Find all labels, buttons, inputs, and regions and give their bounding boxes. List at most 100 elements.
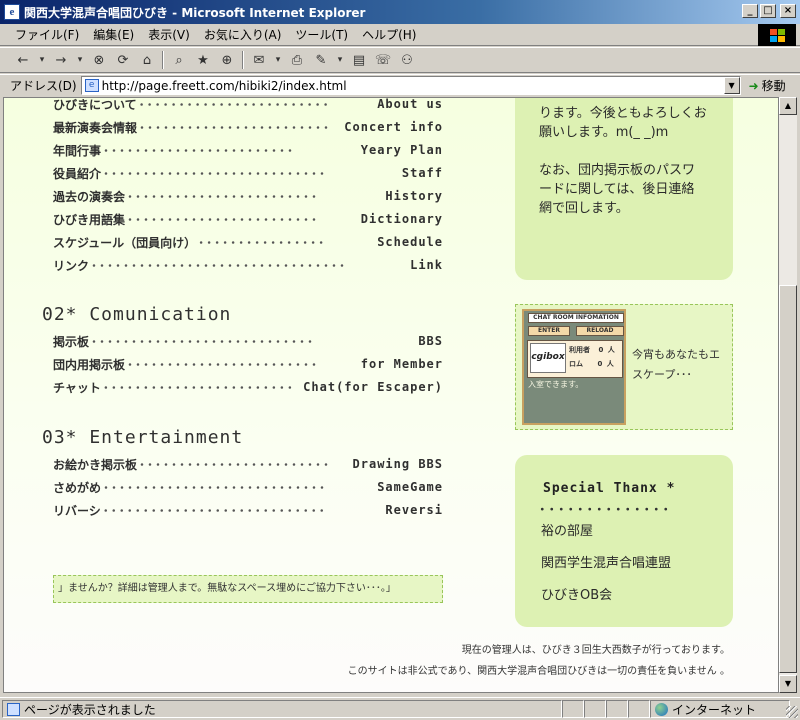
nav-item-schedule[interactable]: スケジュール（団員向け） ････････････････ Schedule [53, 232, 443, 252]
title-bar: e 関西大学混声合唱団ひびき - Microsoft Internet Expl… [0, 0, 800, 24]
internet-zone-icon [655, 702, 668, 716]
back-icon[interactable]: ← [14, 51, 32, 69]
footer-admin-note: 現在の管理人は、ひびき３回生大西数子が行っております。 [461, 645, 730, 656]
notice-line: ードに関しては、後日連絡 [539, 182, 695, 197]
menu-view[interactable]: 表示(V) [141, 26, 197, 43]
toolbar-separator [242, 51, 244, 69]
chat-enter-button[interactable]: ENTER [528, 326, 570, 336]
stop-icon[interactable]: ⊗ [90, 51, 108, 69]
thanks-link-ob[interactable]: ひびきOB会 [541, 586, 612, 605]
nav-item-staff[interactable]: 役員紹介 ････････････････････････････ Staff [53, 163, 443, 183]
nav-item-concert[interactable]: 最新演奏会情報 ････････････････････････ Concert… [53, 117, 443, 137]
chat-title: CHAT ROOM INFOMATION [528, 313, 624, 323]
nav-item-bbs[interactable]: 掲示板 ････････････････････････････ BBS [53, 331, 443, 351]
scroll-thumb[interactable] [779, 285, 797, 673]
nav-item-link[interactable]: リンク ････････････････････････････････ Lin… [53, 255, 443, 275]
nav-item-yearly-plan[interactable]: 年間行事 ････････････････････････ Yeary Plan [53, 140, 443, 160]
research-icon[interactable]: ⚇ [398, 51, 416, 69]
edit-dropdown-icon[interactable]: ▾ [336, 51, 344, 69]
media-icon[interactable]: ⊕ [218, 51, 236, 69]
thanks-title: Special Thanx * [543, 481, 676, 496]
nav-item-about[interactable]: ひびきについて ････････････････････････ About u… [53, 98, 443, 114]
menu-tools[interactable]: ツール(T) [288, 26, 355, 43]
ie-icon: e [4, 4, 20, 20]
go-label: 移動 [761, 79, 786, 93]
address-label: アドレス(D) [10, 79, 77, 93]
back-dropdown-icon[interactable]: ▾ [38, 51, 46, 69]
thanks-link-federation[interactable]: 関西学生混声合唱連盟 [541, 554, 671, 573]
chat-users-label: 利用者 [569, 346, 590, 354]
scroll-up-button[interactable]: ▲ [779, 97, 797, 115]
window-controls: _ □ × [742, 4, 796, 18]
notice-line: なお、団内掲示板のパスワ [539, 163, 696, 178]
address-dropdown-icon[interactable]: ▼ [723, 77, 740, 94]
print-icon[interactable]: ⎙ [288, 51, 306, 69]
menu-edit[interactable]: 編集(E) [86, 26, 141, 43]
close-button[interactable]: × [780, 4, 796, 18]
chat-stats-panel: cgibox 利用者 0 人 ロム 0 人 [527, 340, 623, 378]
address-bar: アドレス(D) e http://page.freett.com/hibiki2… [0, 74, 800, 96]
page-icon: e [84, 79, 99, 92]
menu-file[interactable]: ファイル(F) [8, 26, 86, 43]
section-heading-communication: 02* Comunication [42, 304, 232, 325]
chat-caption: 今宵もあなたもエスケープ･･･ [632, 348, 720, 381]
chat-rom-unit: 人 [606, 360, 614, 368]
forward-dropdown-icon[interactable]: ▾ [76, 51, 84, 69]
zone-text: インターネット [672, 702, 757, 717]
discuss-icon[interactable]: ▤ [350, 51, 368, 69]
notice-line: ります。今後ともよろしくお [539, 106, 707, 121]
menu-help[interactable]: ヘルプ(H) [355, 26, 423, 43]
scroll-down-button[interactable]: ▼ [779, 675, 797, 693]
nav-item-samegame[interactable]: さめがめ ････････････････････････････ SameGa… [53, 477, 443, 497]
messenger-icon[interactable]: ☏ [374, 51, 392, 69]
home-icon[interactable]: ⌂ [138, 51, 156, 69]
cgibox-logo: cgibox [530, 343, 566, 373]
nav-item-drawing-bbs[interactable]: お絵かき掲示板 ････････････････････････ Drawing… [53, 454, 443, 474]
nav-item-dictionary[interactable]: ひびき用語集 ････････････････････････ Dictiona… [53, 209, 443, 229]
minimize-button[interactable]: _ [742, 4, 758, 18]
page-viewport: ひびきについて ････････････････････････ About u… [3, 97, 779, 693]
mail-icon[interactable]: ✉ [250, 51, 268, 69]
favorites-icon[interactable]: ★ [194, 51, 212, 69]
vertical-scrollbar[interactable]: ▲ ▼ [779, 97, 797, 693]
go-arrow-icon: ➜ [748, 78, 759, 93]
address-url: http://page.freett.com/hibiki2/index.htm… [101, 78, 347, 93]
status-bar: ページが表示されました インターネット [0, 697, 800, 720]
chat-users-unit: 人 [607, 346, 615, 354]
notice-line: 願いします。m(_ _)m [539, 125, 669, 140]
special-thanks-box: Special Thanx * ･･････････････ 裕の部屋 関西学生… [515, 455, 733, 627]
thanks-link-yu[interactable]: 裕の部屋 [541, 522, 593, 541]
maximize-button[interactable]: □ [760, 4, 776, 18]
chat-widget: CHAT ROOM INFOMATION ENTER RELOAD cgibox… [522, 309, 626, 425]
nav-item-history[interactable]: 過去の演奏会 ････････････････････････ History [53, 186, 443, 206]
go-button[interactable]: ➜ 移動 [749, 77, 786, 94]
menu-favorites[interactable]: お気に入り(A) [197, 26, 289, 43]
chat-reload-button[interactable]: RELOAD [576, 326, 624, 336]
toolbar: ← ▾ → ▾ ⊗ ⟳ ⌂ ⌕ ★ ⊕ ✉ ▾ ⎙ ✎ ▾ ▤ ☏ ⚇ [0, 47, 800, 73]
mail-dropdown-icon[interactable]: ▾ [274, 51, 282, 69]
footer-disclaimer: このサイトは非公式であり、関西大学混声合唱団ひびきは一切の責任を負いません 。 [347, 666, 730, 677]
chat-rom-label: ロム [569, 360, 583, 368]
windows-logo-icon [758, 24, 796, 46]
page-done-icon [7, 702, 20, 716]
search-icon[interactable]: ⌕ [170, 51, 188, 69]
notice-box: ります。今後ともよろしくお 願いします。m(_ _)m なお、団内掲示板のパスワ… [515, 98, 733, 280]
section-heading-entertainment: 03* Entertainment [42, 427, 244, 448]
address-input[interactable]: e http://page.freett.com/hibiki2/index.h… [80, 76, 741, 95]
refresh-icon[interactable]: ⟳ [114, 51, 132, 69]
nav-item-member-bbs[interactable]: 団内用掲示板 ････････････････････････ for Memb… [53, 354, 443, 374]
marquee-banner: 」ませんか？詳細は管理人まで。無駄なスペース埋めにご協力下さい･･･。」 [53, 575, 443, 603]
resize-grip[interactable] [786, 706, 798, 718]
chat-rom-count: 0 [597, 360, 603, 368]
edit-icon[interactable]: ✎ [312, 51, 330, 69]
nav-item-reversi[interactable]: リバーシ ････････････････････････････ Revers… [53, 500, 443, 520]
nav-item-chat[interactable]: チャット ････････････････････････ Chat(for E… [53, 377, 443, 397]
chat-status: 入室できます。 [528, 380, 584, 389]
chat-users-count: 0 [598, 346, 604, 354]
toolbar-separator [162, 51, 164, 69]
forward-icon[interactable]: → [52, 51, 70, 69]
thanks-dots: ･･････････････ [539, 503, 672, 518]
notice-line: 網で回します。 [539, 201, 629, 216]
status-text: ページが表示されました [24, 702, 156, 717]
menu-bar: ファイル(F) 編集(E) 表示(V) お気に入り(A) ツール(T) ヘルプ(… [0, 24, 800, 46]
